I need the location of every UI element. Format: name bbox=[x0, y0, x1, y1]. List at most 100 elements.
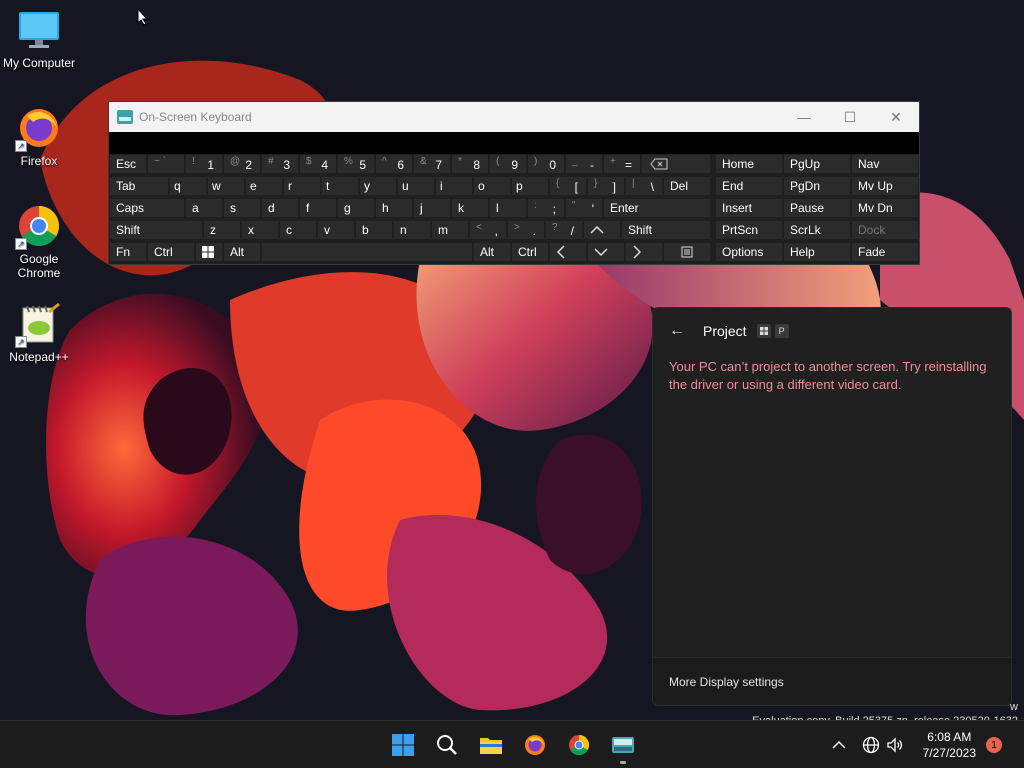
key-fade[interactable]: Fade bbox=[851, 242, 919, 262]
key-shift-right[interactable]: Shift bbox=[621, 220, 711, 240]
key-pgdn[interactable]: PgDn bbox=[783, 176, 851, 196]
key-space[interactable] bbox=[261, 242, 473, 262]
key-left-bracket[interactable]: {[ bbox=[549, 176, 587, 196]
key-del[interactable]: Del bbox=[663, 176, 711, 196]
key-3[interactable]: #3 bbox=[261, 154, 299, 174]
key-ctrl-left[interactable]: Ctrl bbox=[147, 242, 195, 262]
key-mv-up[interactable]: Mv Up bbox=[851, 176, 919, 196]
key-menu[interactable] bbox=[663, 242, 711, 262]
key-9[interactable]: (9 bbox=[489, 154, 527, 174]
key-mv-dn[interactable]: Mv Dn bbox=[851, 198, 919, 218]
more-display-settings-link[interactable]: More Display settings bbox=[653, 657, 1011, 705]
key-backslash[interactable]: | \ bbox=[625, 176, 663, 196]
key-minus[interactable]: _ - bbox=[565, 154, 603, 174]
key-p[interactable]: p bbox=[511, 176, 549, 196]
key-tab[interactable]: Tab bbox=[109, 176, 169, 196]
key-1[interactable]: ! 1 bbox=[185, 154, 223, 174]
key-enter[interactable]: Enter bbox=[603, 198, 711, 218]
firefox-taskbar-button[interactable] bbox=[521, 731, 549, 759]
key-insert[interactable]: Insert bbox=[715, 198, 783, 218]
desktop-icon-chrome[interactable]: ↗ Google Chrome bbox=[0, 204, 78, 280]
key-8[interactable]: * 8 bbox=[451, 154, 489, 174]
osk-taskbar-button[interactable] bbox=[609, 731, 637, 759]
key-b[interactable]: b bbox=[355, 220, 393, 240]
key-o[interactable]: o bbox=[473, 176, 511, 196]
key-7[interactable]: & 7 bbox=[413, 154, 451, 174]
key-caps[interactable]: Caps bbox=[109, 198, 185, 218]
key-arrow-left[interactable] bbox=[549, 242, 587, 262]
key-pause[interactable]: Pause bbox=[783, 198, 851, 218]
key-s[interactable]: s bbox=[223, 198, 261, 218]
maximize-button[interactable]: ☐ bbox=[827, 102, 873, 132]
osk-titlebar[interactable]: On-Screen Keyboard — ☐ ✕ bbox=[109, 102, 919, 132]
key-options[interactable]: Options bbox=[715, 242, 783, 262]
search-button[interactable] bbox=[433, 731, 461, 759]
chrome-taskbar-button[interactable] bbox=[565, 731, 593, 759]
key-2[interactable]: @2 bbox=[223, 154, 261, 174]
key-u[interactable]: u bbox=[397, 176, 435, 196]
key-home[interactable]: Home bbox=[715, 154, 783, 174]
key-z[interactable]: z bbox=[203, 220, 241, 240]
back-arrow-icon[interactable]: ← bbox=[669, 322, 685, 340]
key-slash[interactable]: ? / bbox=[545, 220, 583, 240]
key-d[interactable]: d bbox=[261, 198, 299, 218]
key-nav[interactable]: Nav bbox=[851, 154, 919, 174]
key-backspace[interactable] bbox=[641, 154, 711, 174]
file-explorer-button[interactable] bbox=[477, 731, 505, 759]
key-alt-right[interactable]: Alt bbox=[473, 242, 511, 262]
key-prtscn[interactable]: PrtScn bbox=[715, 220, 783, 240]
key-w[interactable]: w bbox=[207, 176, 245, 196]
key-x[interactable]: x bbox=[241, 220, 279, 240]
key-0[interactable]: ) 0 bbox=[527, 154, 565, 174]
key-q[interactable]: q bbox=[169, 176, 207, 196]
key-shift-left[interactable]: Shift bbox=[109, 220, 203, 240]
minimize-button[interactable]: — bbox=[781, 102, 827, 132]
clock[interactable]: 6:08 AM 7/27/2023 bbox=[923, 729, 976, 761]
key-6[interactable]: ^ 6 bbox=[375, 154, 413, 174]
key-v[interactable]: v bbox=[317, 220, 355, 240]
key-m[interactable]: m bbox=[431, 220, 469, 240]
key-equals[interactable]: + = bbox=[603, 154, 641, 174]
key-arrow-up[interactable] bbox=[583, 220, 621, 240]
desktop-icon-firefox[interactable]: ↗ Firefox bbox=[0, 106, 78, 168]
key-comma[interactable]: <, bbox=[469, 220, 507, 240]
desktop-icon-my-computer[interactable]: My Computer bbox=[0, 8, 78, 70]
on-screen-keyboard-window[interactable]: On-Screen Keyboard — ☐ ✕ Esc ~ ` ! 1 @2 #… bbox=[108, 101, 920, 265]
key-t[interactable]: t bbox=[321, 176, 359, 196]
key-j[interactable]: j bbox=[413, 198, 451, 218]
key-f[interactable]: f bbox=[299, 198, 337, 218]
key-windows[interactable] bbox=[195, 242, 223, 262]
key-period[interactable]: >. bbox=[507, 220, 545, 240]
key-e[interactable]: e bbox=[245, 176, 283, 196]
key-tilde[interactable]: ~ ` bbox=[147, 154, 185, 174]
key-fn[interactable]: Fn bbox=[109, 242, 147, 262]
key-g[interactable]: g bbox=[337, 198, 375, 218]
key-help[interactable]: Help bbox=[783, 242, 851, 262]
key-esc[interactable]: Esc bbox=[109, 154, 147, 174]
key-y[interactable]: y bbox=[359, 176, 397, 196]
key-pgup[interactable]: PgUp bbox=[783, 154, 851, 174]
key-end[interactable]: End bbox=[715, 176, 783, 196]
key-scrlk[interactable]: ScrLk bbox=[783, 220, 851, 240]
network-volume-tray[interactable] bbox=[862, 721, 904, 768]
key-arrow-right[interactable] bbox=[625, 242, 663, 262]
key-semicolon[interactable]: :; bbox=[527, 198, 565, 218]
key-a[interactable]: a bbox=[185, 198, 223, 218]
key-right-bracket[interactable]: }] bbox=[587, 176, 625, 196]
desktop-icon-notepadpp[interactable]: ↗ Notepad++ bbox=[0, 302, 78, 364]
key-r[interactable]: r bbox=[283, 176, 321, 196]
notification-badge[interactable]: 1 bbox=[986, 737, 1002, 753]
key-h[interactable]: h bbox=[375, 198, 413, 218]
key-4[interactable]: $4 bbox=[299, 154, 337, 174]
key-c[interactable]: c bbox=[279, 220, 317, 240]
key-arrow-down[interactable] bbox=[587, 242, 625, 262]
key-quote[interactable]: " ' bbox=[565, 198, 603, 218]
key-ctrl-right[interactable]: Ctrl bbox=[511, 242, 549, 262]
key-l[interactable]: l bbox=[489, 198, 527, 218]
key-k[interactable]: k bbox=[451, 198, 489, 218]
show-hidden-icons-button[interactable] bbox=[832, 721, 846, 768]
key-5[interactable]: % 5 bbox=[337, 154, 375, 174]
key-n[interactable]: n bbox=[393, 220, 431, 240]
close-button[interactable]: ✕ bbox=[873, 102, 919, 132]
key-alt-left[interactable]: Alt bbox=[223, 242, 261, 262]
